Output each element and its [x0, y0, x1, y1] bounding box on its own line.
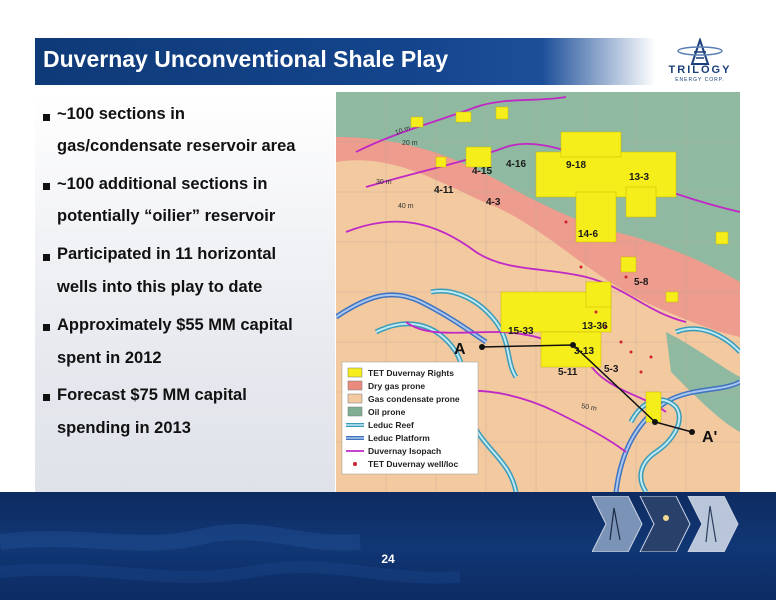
- bullet-square-icon: [43, 394, 50, 401]
- legend-label: TET Duvernay Rights: [368, 368, 454, 378]
- well-label: 3-13: [574, 346, 594, 357]
- bullet-text-line: spending in 2013: [57, 419, 191, 437]
- legend-label: Leduc Platform: [368, 433, 430, 443]
- well-label: 13-36: [582, 321, 608, 332]
- legend-label: TET Duvernay well/loc: [368, 459, 458, 469]
- bullet-square-icon: [43, 324, 50, 331]
- legend-label: Dry gas prone: [368, 381, 425, 391]
- bullet-text-line: Approximately $55 MM capital: [57, 316, 293, 334]
- bullet-text-line: Forecast $75 MM capital: [57, 386, 247, 404]
- legend-label: Gas condensate prone: [368, 394, 460, 404]
- well-label: 4-16: [506, 159, 526, 170]
- map-legend: TET Duvernay Rights Dry gas prone Gas co…: [341, 361, 479, 475]
- bullet-square-icon: [43, 254, 50, 261]
- pipeline-graphic: [0, 524, 461, 584]
- slide: Duvernay Unconventional Shale Play TRILO…: [0, 0, 776, 600]
- well-label: 4-15: [472, 166, 492, 177]
- thumbnail-derrick-image: [592, 496, 643, 552]
- bullet-square-icon: [43, 114, 50, 121]
- thumbnail-strip: [592, 496, 739, 552]
- bullet-panel: ~100 sections in gas/condensate reservoi…: [35, 92, 335, 492]
- well-label: 14-6: [578, 229, 598, 240]
- well-label: 4-11: [434, 185, 454, 196]
- legend-swatch: [353, 462, 357, 466]
- legend-box: [341, 361, 479, 475]
- legend-swatch: [347, 406, 363, 417]
- company-logo: TRILOGY ENERGY CORP.: [660, 36, 740, 85]
- bullet-text-line: wells into this play to date: [57, 278, 263, 296]
- well-label: 5-3: [604, 364, 619, 375]
- title-bar: Duvernay Unconventional Shale Play: [35, 38, 740, 85]
- legend-label: Leduc Reef: [368, 420, 414, 430]
- bullet-text-line: potentially “oilier” reservoir: [57, 207, 276, 225]
- thumbnail-sunset-rig-image: [687, 496, 739, 552]
- well-label: 5-11: [558, 367, 578, 378]
- bullet-text-line: ~100 sections in: [57, 105, 185, 123]
- legend-swatch: [347, 393, 363, 404]
- bullet-text-line: ~100 additional sections in: [57, 175, 268, 193]
- legend-label: Duvernay Isopach: [368, 446, 441, 456]
- contour-label: 30 m: [376, 179, 392, 186]
- bullet-text-line: spent in 2012: [57, 349, 162, 367]
- logo-wordmark: TRILOGY: [668, 64, 732, 76]
- well-label: 15-33: [508, 326, 534, 337]
- contour-label: 40 m: [398, 203, 414, 210]
- legend-swatch: [347, 380, 363, 391]
- page-number: 24: [381, 552, 395, 566]
- logo-subtitle: ENERGY CORP.: [675, 77, 725, 83]
- bullet-text-line: Participated in 11 horizontal: [57, 245, 277, 263]
- well-label: 5-8: [634, 277, 649, 288]
- thumbnail-night-rig-image: [639, 496, 691, 552]
- duvernay-map: 10 m 20 m 30 m 40 m 50 m A A' 4-15 4-16 …: [336, 92, 740, 492]
- bullet-square-icon: [43, 183, 50, 190]
- section-end-label: A': [702, 429, 717, 446]
- contour-label: 20 m: [402, 140, 418, 147]
- well-label: 13-3: [629, 172, 649, 183]
- legend-label: Oil prone: [368, 407, 406, 417]
- derrick-logo-icon: [677, 36, 723, 65]
- section-start-label: A: [454, 341, 466, 358]
- slide-title: Duvernay Unconventional Shale Play: [43, 46, 449, 72]
- bullet-text-line: gas/condensate reservoir area: [57, 137, 296, 155]
- well-label: 4-3: [486, 197, 501, 208]
- legend-swatch: [347, 367, 363, 378]
- well-label: 9-18: [566, 160, 586, 171]
